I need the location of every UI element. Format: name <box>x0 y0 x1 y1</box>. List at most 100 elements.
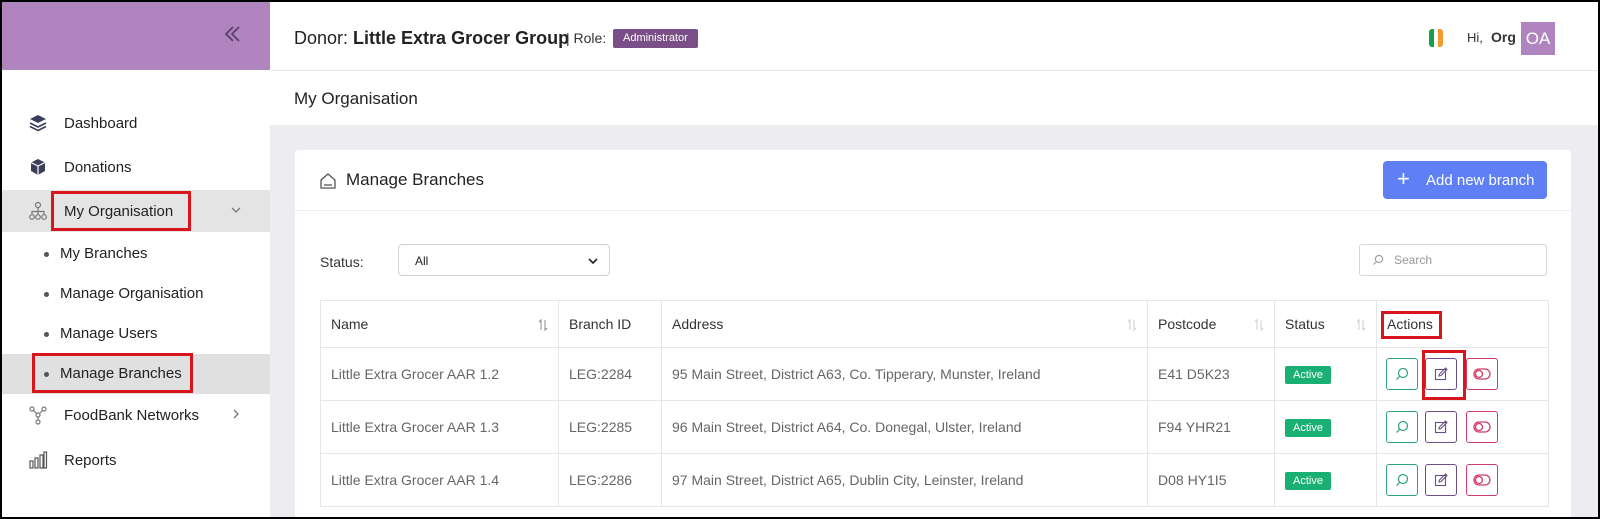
top-header: Donor: Little Extra Grocer Group | Role:… <box>270 2 1598 71</box>
sidebar-item-foodbank-networks[interactable]: FoodBank Networks <box>2 394 270 436</box>
status-badge: Active <box>1285 471 1331 490</box>
bullet-icon <box>44 252 49 257</box>
ireland-flag-icon[interactable] <box>1429 29 1443 47</box>
toggle-icon <box>1473 368 1491 380</box>
sidebar-item-my-organisation[interactable]: My Organisation <box>2 190 270 232</box>
edit-icon <box>1434 367 1448 381</box>
search-input[interactable]: Search <box>1359 244 1547 276</box>
chevron-down-icon <box>231 207 241 213</box>
user-name: Org <box>1491 29 1516 45</box>
bar-chart-icon <box>29 451 48 469</box>
sidebar-subitem-label: Manage Organisation <box>60 285 204 302</box>
page-title: My Organisation <box>294 89 418 108</box>
status-filter-select[interactable]: All <box>398 244 610 276</box>
manage-branches-card: Manage Branches + Add new branch Status:… <box>295 150 1571 517</box>
sidebar-subitem-label: Manage Users <box>60 325 158 342</box>
column-header-postcode[interactable]: Postcode <box>1147 300 1275 348</box>
app-window: Dashboard Donations My Organisation My B… <box>0 0 1600 519</box>
bullet-icon <box>44 332 49 337</box>
sidebar-brand-area <box>2 2 270 70</box>
avatar[interactable]: OA <box>1521 22 1555 55</box>
cell-address: 95 Main Street, District A63, Co. Tipper… <box>661 347 1148 401</box>
sidebar-item-label: My Organisation <box>64 202 174 220</box>
role-label: | Role: <box>566 30 606 46</box>
cell-postcode: D08 HY1I5 <box>1147 453 1275 507</box>
sidebar-subitem-label: My Branches <box>60 245 148 262</box>
sidebar-item-label: FoodBank Networks <box>64 406 200 424</box>
layers-icon <box>29 115 47 132</box>
cell-actions <box>1376 400 1549 454</box>
donor-info: Donor: Little Extra Grocer Group <box>294 28 569 49</box>
bullet-icon <box>44 372 49 377</box>
role-label-text: Role: <box>573 30 607 46</box>
plus-icon: + <box>1397 166 1410 191</box>
card-title: Manage Branches <box>346 170 484 189</box>
search-placeholder: Search <box>1394 253 1433 267</box>
sort-icon <box>1254 318 1264 332</box>
table-row: Little Extra Grocer AAR 1.4 LEG:2286 97 … <box>320 453 1549 507</box>
toggle-branch-status-button[interactable] <box>1466 411 1498 443</box>
network-icon <box>29 406 47 425</box>
sidebar-subitem-my-branches[interactable]: My Branches <box>2 234 270 274</box>
bullet-icon <box>44 292 49 297</box>
status-badge: Active <box>1285 418 1331 437</box>
sidebar-item-label: Reports <box>64 451 117 469</box>
sidebar-subitem-manage-organisation[interactable]: Manage Organisation <box>2 274 270 314</box>
donor-name: Little Extra Grocer Group <box>353 28 570 48</box>
table-header-row: Name Branch ID Address Postcode Status A… <box>320 300 1549 348</box>
card-header: Manage Branches + Add new branch <box>295 150 1571 211</box>
view-branch-button[interactable] <box>1386 411 1418 443</box>
column-header-status[interactable]: Status <box>1274 300 1377 348</box>
toggle-branch-status-button[interactable] <box>1466 464 1498 496</box>
column-header-address[interactable]: Address <box>661 300 1148 348</box>
sort-icon <box>538 318 548 332</box>
search-icon <box>1396 473 1409 486</box>
sidebar: Dashboard Donations My Organisation My B… <box>2 2 271 517</box>
cell-actions <box>1376 453 1549 507</box>
sidebar-subitem-label: Manage Branches <box>60 365 182 382</box>
cell-postcode: F94 YHR21 <box>1147 400 1275 454</box>
sidebar-item-donations[interactable]: Donations <box>2 146 270 188</box>
greeting: Hi, <box>1467 30 1483 45</box>
status-filter-label: Status: <box>320 254 364 270</box>
sidebar-item-reports[interactable]: Reports <box>2 439 270 481</box>
toggle-branch-status-button[interactable] <box>1466 358 1498 390</box>
status-badge: Active <box>1285 365 1331 384</box>
toggle-icon <box>1473 421 1491 433</box>
cell-address: 96 Main Street, District A64, Co. Donega… <box>661 400 1148 454</box>
sidebar-subitem-manage-users[interactable]: Manage Users <box>2 314 270 354</box>
search-icon <box>1373 254 1384 265</box>
edit-icon <box>1434 473 1448 487</box>
cell-name: Little Extra Grocer AAR 1.3 <box>320 400 559 454</box>
org-chart-icon <box>29 201 47 220</box>
sort-icon <box>1127 318 1137 332</box>
edit-branch-button[interactable] <box>1425 411 1457 443</box>
sidebar-item-label: Donations <box>64 158 132 176</box>
cell-status: Active <box>1274 347 1377 401</box>
sidebar-subitem-manage-branches[interactable]: Manage Branches <box>2 354 270 394</box>
cell-postcode: E41 D5K23 <box>1147 347 1275 401</box>
sidebar-item-dashboard[interactable]: Dashboard <box>2 102 270 144</box>
column-header-branch-id: Branch ID <box>558 300 662 348</box>
edit-icon <box>1434 420 1448 434</box>
collapse-sidebar-icon[interactable] <box>220 22 244 46</box>
view-branch-button[interactable] <box>1386 358 1418 390</box>
box-icon <box>30 159 46 175</box>
edit-branch-button[interactable] <box>1425 464 1457 496</box>
cell-branch-id: LEG:2284 <box>558 347 662 401</box>
edit-branch-button[interactable] <box>1425 358 1457 390</box>
sidebar-item-label: Dashboard <box>64 114 138 132</box>
status-filter-value: All <box>415 254 429 268</box>
separator: | <box>566 30 570 46</box>
cell-branch-id: LEG:2286 <box>558 453 662 507</box>
role-badge: Administrator <box>613 29 698 48</box>
column-header-name[interactable]: Name <box>320 300 559 348</box>
donor-label: Donor: <box>294 28 349 48</box>
view-branch-button[interactable] <box>1386 464 1418 496</box>
sort-icon <box>1356 318 1366 332</box>
home-icon <box>320 173 336 189</box>
chevron-right-icon <box>233 409 239 419</box>
column-header-actions: Actions <box>1376 300 1549 348</box>
cell-status: Active <box>1274 453 1377 507</box>
add-new-branch-button[interactable]: + Add new branch <box>1383 161 1547 199</box>
